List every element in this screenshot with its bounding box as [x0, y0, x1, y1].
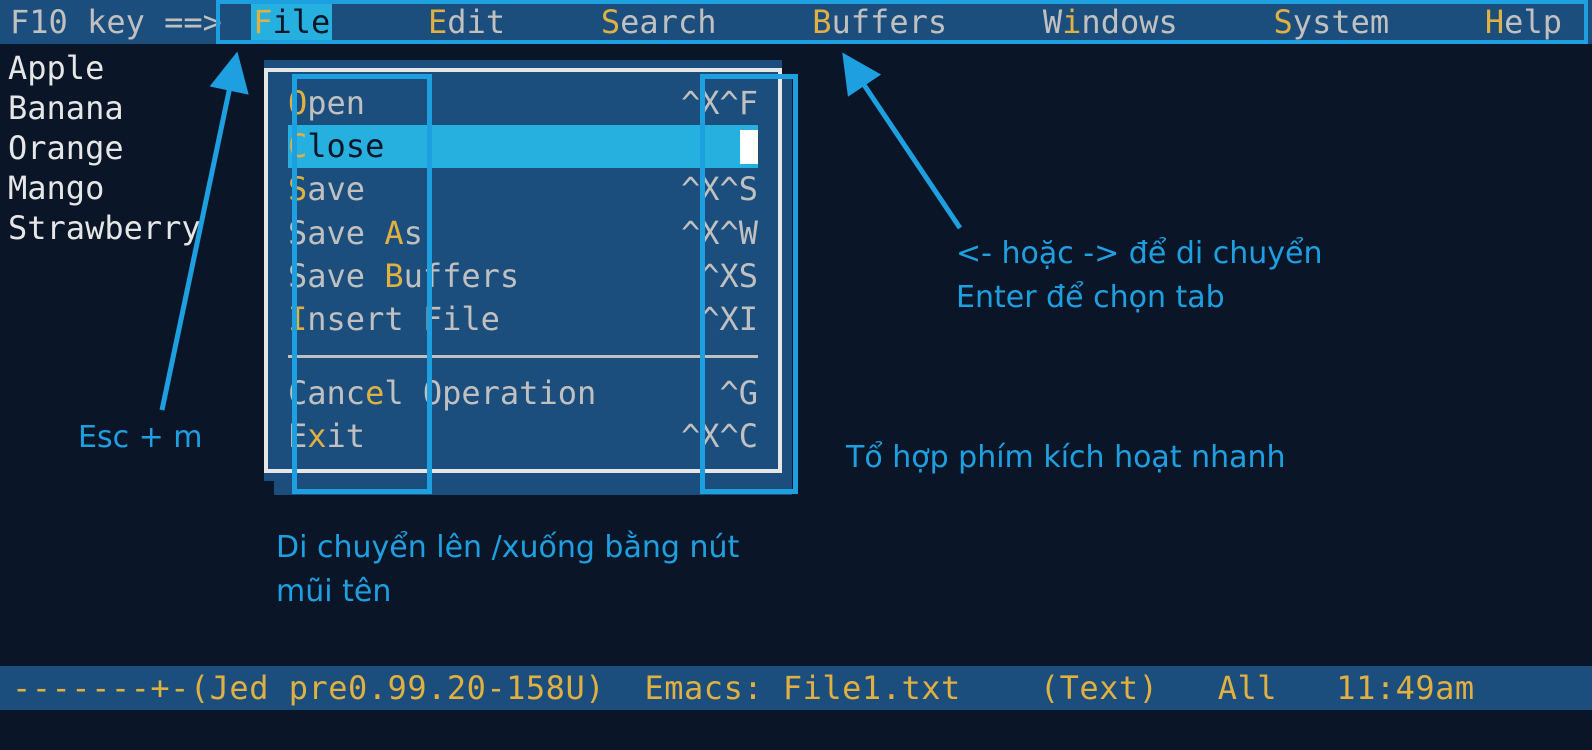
annotation-esc-m: Esc + m — [78, 416, 203, 460]
menu-item-label: Exit — [288, 415, 365, 458]
buffer-line: Mango — [8, 168, 201, 208]
menu-bar: F10 key ==> File Edit Search Buffers Windows… — [0, 0, 1592, 44]
menu-item-close[interactable]: Close — [288, 125, 758, 168]
menu-item-open[interactable]: Open ^X^F — [288, 82, 758, 125]
menu-item-Help[interactable]: Help — [1485, 3, 1562, 41]
annotation-left-right: <- hoặc -> để di chuyển Enter để chọn ta… — [956, 232, 1322, 319]
menu-item-shortcut: ^X^F — [651, 82, 758, 125]
menu-bar-prompt: F10 key ==> — [10, 3, 241, 41]
menu-item-label: Save — [288, 168, 365, 211]
menu-item-Search[interactable]: Search — [601, 3, 717, 41]
file-menu-dropdown: Open^X^FCloseSave^X^SSave As^X^WSave Buf… — [264, 60, 782, 481]
menu-item-Buffers[interactable]: Buffers — [812, 3, 947, 41]
menu-item-shortcut: ^X^W — [651, 212, 758, 255]
annotation-shortcut-hint: Tổ hợp phím kích hoạt nhanh — [846, 436, 1286, 480]
menu-item-Edit[interactable]: Edit — [428, 3, 505, 41]
menu-item-Windows[interactable]: Windows — [1043, 3, 1178, 41]
menu-item-label: Open — [288, 82, 365, 125]
menu-item-shortcut: ^XI — [670, 298, 758, 341]
menu-item-File[interactable]: File — [251, 3, 332, 41]
menu-item-shortcut: ^X^C — [651, 415, 758, 458]
buffer-line: Strawberry — [8, 208, 201, 248]
menu-item-label: Close — [288, 125, 384, 168]
menu-item-label: Save Buffers — [288, 255, 519, 298]
status-bar-text: -------+-(Jed pre0.99.20-158U) Emacs: Fi… — [12, 669, 1475, 707]
menu-item-cancel-operation[interactable]: Cancel Operation ^G — [288, 372, 758, 415]
menu-item-label: Insert File — [288, 298, 500, 341]
menu-separator — [288, 355, 758, 358]
buffer-line: Orange — [8, 128, 201, 168]
annotation-arrows — [0, 0, 1592, 750]
menu-item-label: Save As — [288, 212, 423, 255]
menu-item-shortcut: ^G — [689, 372, 758, 415]
annotation-up-down: Di chuyển lên /xuống bằng nút mũi tên — [276, 526, 739, 613]
cursor-block — [740, 130, 758, 164]
menu-item-save-buffers[interactable]: Save Buffers ^XS — [288, 255, 758, 298]
text-buffer: AppleBananaOrangeMangoStrawberry — [8, 48, 201, 248]
menu-item-System[interactable]: System — [1274, 3, 1390, 41]
menu-item-insert-file[interactable]: Insert File ^XI — [288, 298, 758, 341]
status-bar: -------+-(Jed pre0.99.20-158U) Emacs: Fi… — [0, 666, 1592, 710]
menu-item-exit[interactable]: Exit ^X^C — [288, 415, 758, 458]
menu-item-shortcut: ^X^S — [651, 168, 758, 211]
menu-item-save-as[interactable]: Save As ^X^W — [288, 212, 758, 255]
buffer-line: Banana — [8, 88, 201, 128]
menu-item-shortcut: ^XS — [670, 255, 758, 298]
buffer-line: Apple — [8, 48, 201, 88]
arrow-lr-to-menubar — [846, 58, 960, 228]
menu-item-save[interactable]: Save ^X^S — [288, 168, 758, 211]
menu-item-label: Cancel Operation — [288, 372, 596, 415]
menu-items: File Edit Search Buffers Windows System Help — [241, 3, 1592, 41]
